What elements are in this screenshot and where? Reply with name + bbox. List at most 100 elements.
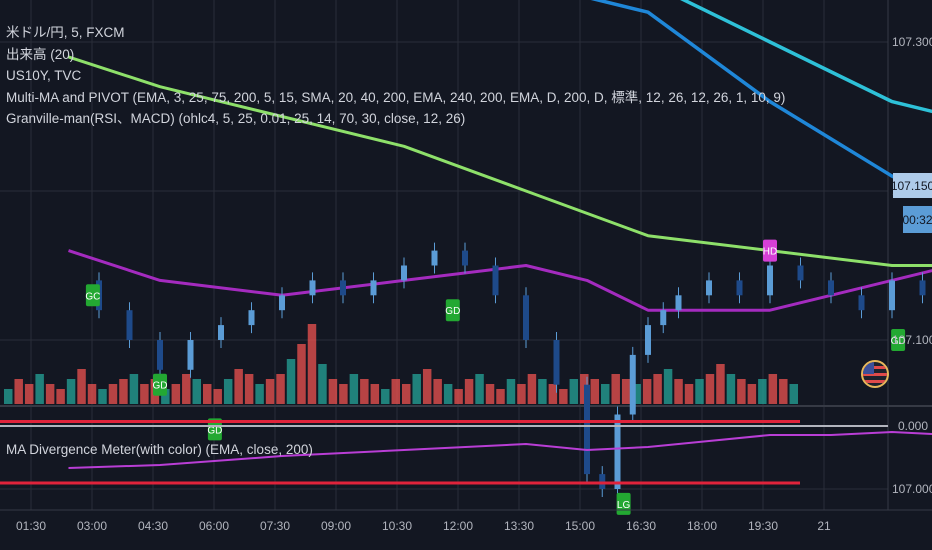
time-tick-label: 15:00 bbox=[565, 519, 595, 533]
candle-body bbox=[675, 295, 682, 311]
volume-bar bbox=[307, 324, 317, 404]
volume-bar bbox=[77, 369, 86, 404]
legend-overlay[interactable]: US10Y, TVC bbox=[6, 65, 785, 87]
volume-bar bbox=[140, 384, 149, 404]
volume-bar bbox=[66, 379, 76, 404]
candle-body bbox=[919, 280, 926, 296]
volume-bar bbox=[129, 374, 139, 404]
volume-bar bbox=[737, 379, 746, 404]
volume-bar bbox=[45, 384, 55, 404]
volume-bar bbox=[370, 384, 380, 404]
volume-bar bbox=[24, 384, 34, 404]
time-tick-label: 12:00 bbox=[443, 519, 473, 533]
time-tick-label: 13:30 bbox=[504, 519, 534, 533]
volume-bars bbox=[4, 324, 798, 404]
last-price-tag: 107.150 bbox=[891, 173, 932, 198]
candle-body bbox=[736, 280, 743, 296]
candle-body bbox=[492, 265, 499, 296]
indicator-label[interactable]: MA Divergence Meter(with color) (EMA, cl… bbox=[6, 442, 313, 457]
volume-bar bbox=[716, 364, 725, 404]
volume-bar bbox=[328, 379, 338, 404]
volume-bar bbox=[4, 389, 13, 404]
volume-bar bbox=[255, 384, 264, 404]
candle-body bbox=[858, 295, 865, 311]
price-tick-label: 107.000 bbox=[892, 482, 932, 496]
signal-label: HD bbox=[763, 247, 777, 258]
time-tick-label: 09:00 bbox=[321, 519, 351, 533]
time-tick-label: 19:30 bbox=[748, 519, 778, 533]
volume-bar bbox=[653, 374, 662, 404]
signal-label: LG bbox=[617, 500, 631, 511]
time-tick-label: 04:30 bbox=[138, 519, 168, 533]
candle-body bbox=[462, 250, 468, 266]
time-tick-label: 18:00 bbox=[687, 519, 717, 533]
time-tick-label: 03:00 bbox=[77, 519, 107, 533]
candle-body bbox=[309, 280, 316, 296]
countdown-tag: 00:32 bbox=[902, 206, 932, 233]
volume-bar bbox=[705, 374, 715, 404]
volume-bar bbox=[381, 389, 390, 404]
volume-bar bbox=[726, 374, 736, 404]
candle-body bbox=[660, 310, 667, 326]
volume-bar bbox=[538, 379, 547, 404]
volume-bar bbox=[244, 374, 254, 404]
indicator-tick-label: 0.000 bbox=[898, 419, 928, 433]
candle-body bbox=[340, 280, 346, 296]
volume-bar bbox=[265, 379, 275, 404]
legend-symbol[interactable]: 米ドル/円, 5, FXCM bbox=[6, 22, 785, 44]
candle-body bbox=[797, 265, 804, 281]
candle-body bbox=[523, 295, 529, 340]
volume-bar bbox=[779, 379, 788, 404]
volume-bar bbox=[611, 374, 620, 404]
volume-bar bbox=[171, 384, 181, 404]
volume-bar bbox=[789, 384, 798, 404]
candle-body bbox=[248, 310, 255, 326]
volume-bar bbox=[527, 374, 537, 404]
volume-bar bbox=[192, 379, 201, 404]
candle-body bbox=[629, 354, 636, 415]
candle-body bbox=[157, 340, 163, 370]
time-tick-label: 06:00 bbox=[199, 519, 229, 533]
candle-body bbox=[431, 250, 438, 266]
candle-body bbox=[553, 340, 560, 385]
volume-bar bbox=[695, 379, 704, 404]
time-tick-label: 21 bbox=[817, 519, 831, 533]
time-tick-label: 07:30 bbox=[260, 519, 290, 533]
signal-label: GD bbox=[445, 306, 460, 317]
volume-bar bbox=[621, 379, 631, 404]
volume-bar bbox=[559, 389, 568, 404]
time-tick-label: 01:30 bbox=[16, 519, 46, 533]
volume-bar bbox=[412, 374, 421, 404]
volume-bar bbox=[297, 344, 306, 404]
volume-bar bbox=[119, 379, 128, 404]
volume-bar bbox=[517, 384, 526, 404]
candle-body bbox=[706, 280, 712, 296]
candle-body bbox=[401, 265, 407, 281]
time-axis[interactable]: 01:30 03:00 04:30 06:00 07:30 09:00 10:30 12:00… bbox=[0, 509, 932, 533]
signal-label: GC bbox=[85, 291, 100, 302]
us-flag-icon[interactable] bbox=[861, 360, 889, 388]
volume-bar bbox=[569, 379, 579, 404]
volume-bar bbox=[402, 384, 411, 404]
legend-volume[interactable]: 出来高 (20) bbox=[6, 44, 785, 66]
volume-bar bbox=[339, 384, 348, 404]
time-tick-label: 16:30 bbox=[626, 519, 656, 533]
volume-bar bbox=[454, 389, 463, 404]
signal-label: GD bbox=[153, 381, 168, 392]
candle-body bbox=[889, 280, 895, 311]
volume-bar bbox=[674, 379, 683, 404]
volume-bar bbox=[391, 379, 400, 404]
volume-bar bbox=[433, 379, 442, 404]
volume-bar bbox=[422, 369, 432, 404]
legend-ma-pivot[interactable]: Multi-MA and PIVOT (EMA, 3, 25, 75, 200,… bbox=[6, 87, 785, 109]
legend-granville[interactable]: Granville-man(RSI、MACD) (ohlc4, 5, 25, 0… bbox=[6, 108, 785, 130]
volume-bar bbox=[506, 379, 516, 404]
volume-bar bbox=[203, 384, 212, 404]
volume-bar bbox=[182, 374, 191, 404]
candle-body bbox=[279, 295, 285, 311]
candle-body bbox=[767, 265, 773, 296]
price-tick-label: 107.300 bbox=[892, 35, 932, 49]
volume-bar bbox=[234, 369, 243, 404]
legend: 米ドル/円, 5, FXCM 出来高 (20) US10Y, TVC Multi… bbox=[6, 22, 785, 130]
volume-bar bbox=[286, 359, 296, 404]
